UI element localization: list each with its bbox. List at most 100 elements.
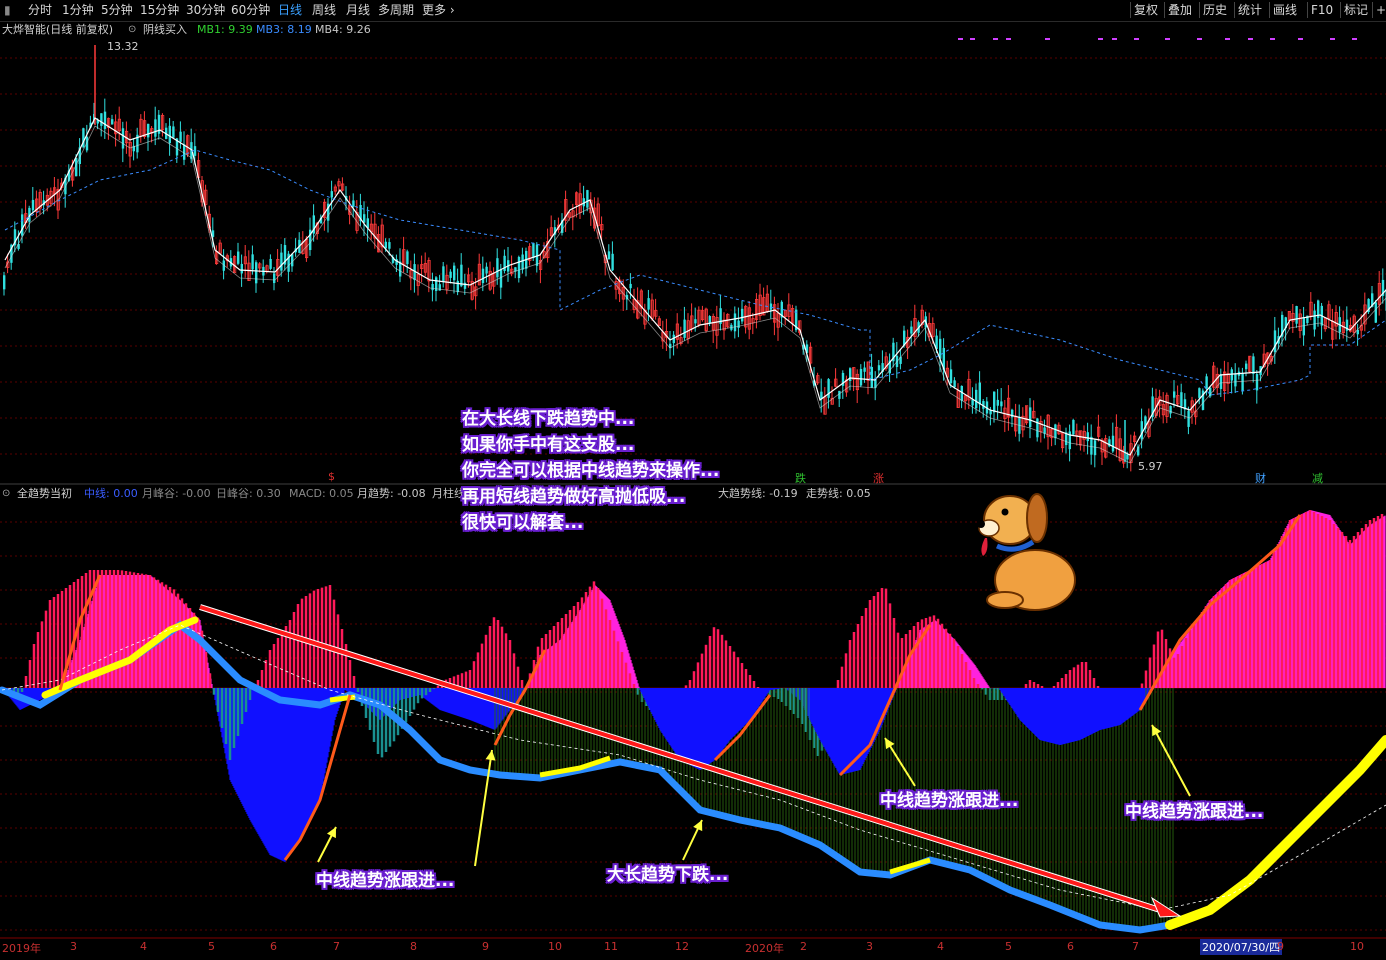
dog-eye <box>1001 508 1009 516</box>
candle-body <box>1245 363 1248 370</box>
candle-body <box>607 251 611 260</box>
signal-dot <box>1165 38 1170 40</box>
candle-body <box>1000 401 1003 407</box>
annotation-line: 在大长线下跌趋势中... <box>462 409 635 429</box>
period-tab-9[interactable]: 多周期 <box>378 2 414 18</box>
indicator-item-6: 大趋势线: -0.19 <box>718 487 798 500</box>
indicator-item-2: 日峰谷: 0.30 <box>216 487 281 500</box>
candle-body <box>629 283 632 289</box>
candle-body <box>532 242 535 259</box>
candle-body <box>456 280 459 293</box>
period-tab-10[interactable]: 更多 › <box>422 2 455 18</box>
candle-body <box>859 368 863 386</box>
candle-body <box>1219 374 1223 389</box>
period-tab-7[interactable]: 周线 <box>312 2 336 18</box>
candle-body <box>1230 369 1233 381</box>
candle-body <box>1090 436 1093 455</box>
candle-body <box>1374 302 1377 323</box>
toolbar-button-7[interactable]: + <box>1376 2 1386 18</box>
annotation-line: 再用短线趋势做好高抛低吸... <box>462 487 686 507</box>
toolbar-separator <box>1269 2 1270 18</box>
candle-body <box>21 214 24 236</box>
candle-body <box>708 316 711 324</box>
yellow-trend-line <box>1165 735 1386 930</box>
main-annotation: 在大长线下跌趋势中... 如果你手中有这支股... 你完全可以根据中线趋势来操作… <box>462 406 719 536</box>
stock-title: 大烨智能(日线 前复权) <box>2 23 114 36</box>
signal-dot <box>1248 38 1253 40</box>
indicator-title: 全趋势当初 <box>17 487 72 500</box>
candle-body <box>269 258 272 269</box>
candle-body <box>1180 392 1183 407</box>
x-tick-label: 4 <box>140 940 147 953</box>
signal-marker: $ <box>328 470 335 483</box>
candle-body <box>111 119 114 125</box>
candle-body <box>978 382 981 405</box>
period-tab-6[interactable]: 日线 <box>278 2 302 18</box>
candle-body <box>1205 376 1208 389</box>
toolbar-button-4[interactable]: 画线 <box>1273 2 1297 18</box>
toolbar-button-2[interactable]: 历史 <box>1203 2 1227 18</box>
candle-body <box>3 275 6 290</box>
toolbar-button-3[interactable]: 统计 <box>1238 2 1262 18</box>
candle-body <box>168 125 171 144</box>
candle-body <box>1313 310 1316 330</box>
indicator-item-1: 月峰谷: -0.00 <box>142 487 211 500</box>
signal-dot <box>1330 38 1335 40</box>
period-tab-1[interactable]: 1分钟 <box>62 2 94 18</box>
candle-body <box>975 389 978 409</box>
period-tab-4[interactable]: 30分钟 <box>186 2 225 18</box>
toolbar-separator <box>1199 2 1200 18</box>
arrow-head <box>1150 896 1182 918</box>
follow-annotation-3: 中线趋势涨跟进... <box>1125 802 1264 822</box>
candle-body <box>1173 391 1176 398</box>
period-tab-3[interactable]: 15分钟 <box>140 2 179 18</box>
candle-body <box>251 254 254 270</box>
candle-body <box>363 214 366 223</box>
toolbar-button-0[interactable]: 复权 <box>1134 2 1158 18</box>
toolbar-button-1[interactable]: 叠加 <box>1168 2 1192 18</box>
period-tab-5[interactable]: 60分钟 <box>231 2 270 18</box>
candle-body <box>910 326 913 334</box>
signal-marker: 涨 <box>873 472 884 485</box>
candle-body <box>485 266 488 274</box>
yellow-trend-line <box>329 694 356 703</box>
dropdown-icon[interactable]: ⊙ <box>2 486 10 502</box>
candle-body <box>949 369 953 384</box>
period-tab-2[interactable]: 5分钟 <box>101 2 133 18</box>
candle-body <box>1126 454 1129 460</box>
follow-annotation-1: 中线趋势涨跟进... <box>316 871 455 891</box>
low-price-label: 5.97 <box>1138 460 1163 473</box>
candle-body <box>179 131 182 142</box>
candle-body <box>769 303 773 310</box>
candle-body <box>183 144 186 160</box>
indicator-item-5: 月柱线 <box>432 487 465 500</box>
period-tab-8[interactable]: 月线 <box>346 2 370 18</box>
period-tab-0[interactable]: 分时 <box>28 2 52 18</box>
signal-dot <box>1006 38 1011 40</box>
candle-body <box>877 365 881 371</box>
dog-paw <box>986 591 1024 609</box>
long-down-annotation: 大长趋势下跌... <box>607 865 729 885</box>
candle-body <box>460 264 463 287</box>
candle-body <box>172 126 175 138</box>
panel-icon[interactable]: ▮ <box>4 2 11 18</box>
candle-body <box>240 263 243 274</box>
candle-body <box>121 128 125 149</box>
candle-body <box>647 298 650 310</box>
dropdown-icon[interactable]: ⊙ <box>128 22 136 38</box>
candle-body <box>496 258 499 278</box>
annotation-line: 你完全可以根据中线趋势来操作... <box>462 461 720 481</box>
dog-nose <box>977 520 985 528</box>
high-price-label: 13.32 <box>107 40 139 53</box>
signal-marker: 跌 <box>795 472 806 485</box>
x-tick-label: 11 <box>604 940 618 953</box>
dog-tongue <box>981 538 988 556</box>
x-tick-label: 12 <box>675 940 689 953</box>
candle-body <box>1187 410 1190 427</box>
indicator-item-3: MACD: 0.05 <box>289 487 354 500</box>
toolbar-button-5[interactable]: F10 <box>1311 2 1333 18</box>
x-tick-label: 5 <box>208 940 215 953</box>
candle-body <box>388 242 391 249</box>
toolbar-button-6[interactable]: 标记 <box>1344 2 1368 18</box>
candle-body <box>431 284 434 291</box>
